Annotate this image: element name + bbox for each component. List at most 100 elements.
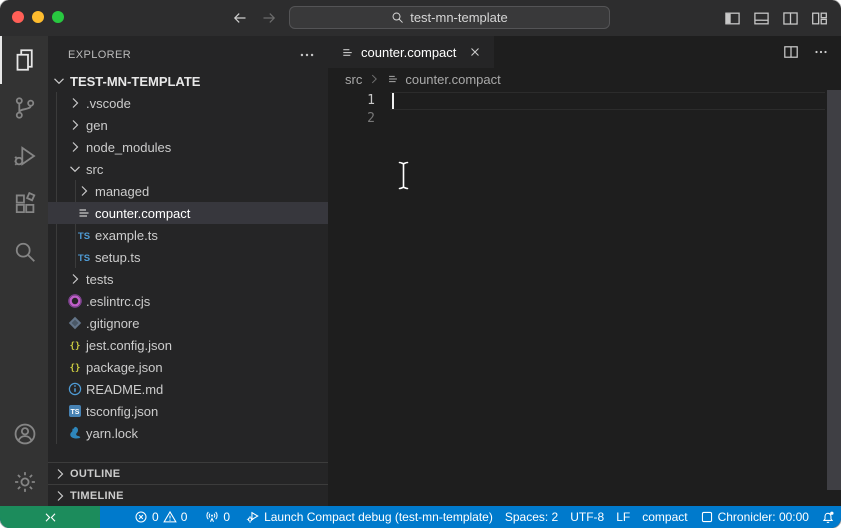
activity-bar-run-and-debug[interactable] <box>0 132 48 180</box>
line-number-gutter[interactable]: 1 2 <box>328 92 375 128</box>
chevron-down-icon <box>67 161 83 177</box>
editor-more-actions-button[interactable] <box>809 40 833 64</box>
tree-item-label: TEST-MN-TEMPLATE <box>70 74 200 89</box>
breadcrumb-file[interactable]: counter.compact <box>405 72 500 87</box>
editor-content[interactable]: 1 2 <box>328 90 841 506</box>
split-editor-icon <box>782 10 799 27</box>
tree-item-label: src <box>86 162 103 177</box>
tree-item-package.json[interactable]: {}package.json <box>48 356 328 378</box>
breadcrumb-src[interactable]: src <box>345 72 362 87</box>
sidebar-title: EXPLORER <box>68 49 131 61</box>
panel-left-icon <box>724 10 741 27</box>
toggle-sidebar-button[interactable] <box>720 6 744 30</box>
status-debug-launch[interactable]: Launch Compact debug (test-mn-template) <box>240 506 499 528</box>
activity-bar-explorer[interactable] <box>0 36 48 84</box>
activity-bar-settings[interactable] <box>0 458 48 506</box>
forward-button[interactable] <box>259 8 279 28</box>
explorer-sidebar: EXPLORER TEST-MN-TEMPLATE .vscode gennode_… <box>48 36 328 506</box>
tab-bar: counter.compact <box>328 36 841 68</box>
files-icon <box>13 48 37 72</box>
tree-item-label: .eslintrc.cjs <box>86 294 150 309</box>
section-label: OUTLINE <box>70 468 120 480</box>
editor-actions <box>779 40 833 64</box>
activity-bar-extensions[interactable] <box>0 180 48 228</box>
chevron-right-icon <box>67 139 83 155</box>
tree-item-tests[interactable]: tests <box>48 268 328 290</box>
mouse-ibeam-cursor <box>396 160 411 196</box>
activity-bar-accounts[interactable] <box>0 410 48 458</box>
ts-icon: TS <box>76 249 92 265</box>
tree-item-README.md[interactable]: README.md <box>48 378 328 400</box>
yarn-icon <box>67 425 83 441</box>
traffic-light-close[interactable] <box>12 11 24 23</box>
traffic-light-minimize[interactable] <box>32 11 44 23</box>
status-indentation[interactable]: Spaces: 2 <box>499 506 564 528</box>
checkbox-icon <box>700 510 714 524</box>
vertical-scrollbar[interactable] <box>827 90 841 490</box>
current-line-highlight <box>390 92 825 110</box>
tree-item-gen[interactable]: gen <box>48 114 328 136</box>
command-center[interactable]: test-mn-template <box>289 6 610 29</box>
tree-item-counter.compact[interactable]: counter.compact <box>48 202 328 224</box>
tree-item-.vscode[interactable]: .vscode <box>48 92 328 114</box>
tree-item-managed[interactable]: managed <box>48 180 328 202</box>
search-icon <box>13 240 37 264</box>
tree-item-src[interactable]: src <box>48 158 328 180</box>
toggle-panel-button[interactable] <box>749 6 773 30</box>
chevron-right-icon <box>67 95 83 111</box>
status-label: 0 <box>223 510 230 524</box>
bell-dot-icon <box>821 510 835 524</box>
tree-root-folder[interactable]: TEST-MN-TEMPLATE <box>48 70 328 92</box>
debug-start-icon <box>246 510 260 524</box>
arrow-right-icon <box>261 10 277 26</box>
customize-layout-button[interactable] <box>807 6 831 30</box>
tree-item-tsconfig.json[interactable]: TStsconfig.json <box>48 400 328 422</box>
text-cursor <box>392 93 394 109</box>
sidebar-section-outline[interactable]: OUTLINE <box>48 462 328 484</box>
activity-bar-search[interactable] <box>0 228 48 276</box>
layout-icon <box>811 10 828 27</box>
split-editor-icon <box>783 44 799 60</box>
vscode-window: test-mn-template EXPLORER TEST-MN-TEMPLA… <box>0 0 841 528</box>
status-language-mode[interactable]: compact <box>636 506 693 528</box>
status-label: compact <box>642 510 687 524</box>
tree-item-jest.config.json[interactable]: {}jest.config.json <box>48 334 328 356</box>
tree-item-label: README.md <box>86 382 163 397</box>
status-problems[interactable]: 00 <box>128 506 193 528</box>
status-chronicler[interactable]: Chronicler: 00:00 <box>694 506 815 528</box>
more-actions-icon[interactable] <box>298 46 316 64</box>
ts-icon: TS <box>76 227 92 243</box>
tree-item-.eslintrc.cjs[interactable]: .eslintrc.cjs <box>48 290 328 312</box>
chevron-right-icon <box>52 488 68 504</box>
tree-item-.gitignore[interactable]: .gitignore <box>48 312 328 334</box>
status-eol[interactable]: LF <box>610 506 636 528</box>
close-icon[interactable] <box>466 43 484 61</box>
svg-text:TS: TS <box>71 409 80 416</box>
tree-item-yarn.lock[interactable]: yarn.lock <box>48 422 328 444</box>
split-editor-button[interactable] <box>779 40 803 64</box>
error-count: 0 <box>152 510 159 524</box>
tsconfig-icon: TS <box>67 403 83 419</box>
tab-counter-compact[interactable]: counter.compact <box>328 36 494 68</box>
status-forwarded-ports[interactable]: 0 <box>199 506 236 528</box>
status-label: LF <box>616 510 630 524</box>
close-icon <box>468 45 482 59</box>
search-icon <box>391 11 404 24</box>
file-tree: TEST-MN-TEMPLATE .vscode gennode_modulessr… <box>48 70 328 444</box>
tree-item-setup.ts[interactable]: TSsetup.ts <box>48 246 328 268</box>
split-editor-layout-button[interactable] <box>778 6 802 30</box>
status-notifications[interactable] <box>815 506 841 528</box>
arrow-left-icon <box>232 10 248 26</box>
remote-indicator[interactable] <box>0 506 100 528</box>
file-icon <box>76 205 92 221</box>
chevron-right-icon <box>67 117 83 133</box>
tree-item-label: .vscode <box>86 96 131 111</box>
activity-bar-source-control[interactable] <box>0 84 48 132</box>
git-icon <box>67 315 83 331</box>
tree-item-example.ts[interactable]: TSexample.ts <box>48 224 328 246</box>
tree-item-node_modules[interactable]: node_modules <box>48 136 328 158</box>
status-encoding[interactable]: UTF-8 <box>564 506 610 528</box>
back-button[interactable] <box>230 8 250 28</box>
sidebar-section-timeline[interactable]: TIMELINE <box>48 484 328 506</box>
traffic-light-zoom[interactable] <box>52 11 64 23</box>
